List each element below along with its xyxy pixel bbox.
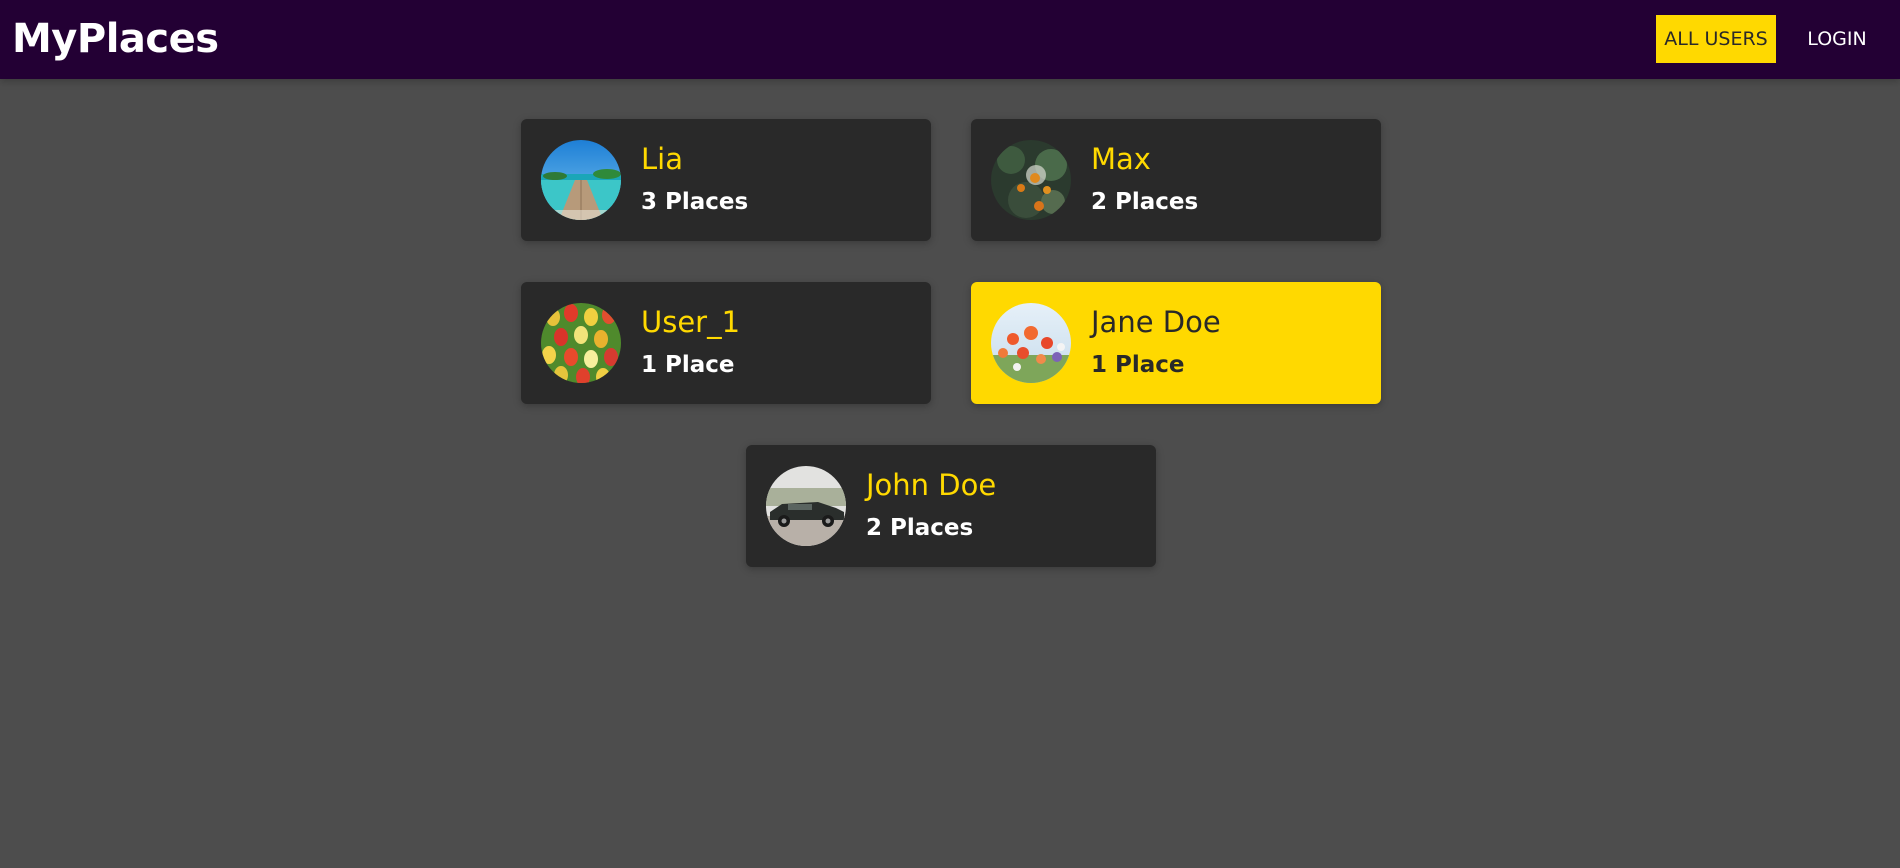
avatar (541, 140, 621, 220)
user-card-jane-doe[interactable]: Jane Doe 1 Place (971, 282, 1381, 404)
tulips-photo-icon (541, 303, 621, 383)
avatar (991, 303, 1071, 383)
user-name: Jane Doe (1091, 305, 1221, 339)
user-place-count: 2 Places (1091, 189, 1199, 215)
user-name: User_1 (641, 305, 741, 339)
user-name: Max (1091, 142, 1151, 176)
avatar (991, 140, 1071, 220)
avatar (541, 303, 621, 383)
user-card-lia[interactable]: Lia 3 Places (521, 119, 931, 241)
user-place-count: 1 Place (1091, 352, 1185, 378)
avatar (766, 466, 846, 546)
user-place-count: 1 Place (641, 352, 735, 378)
vintage-car-photo-icon (766, 466, 846, 546)
user-card-user-1[interactable]: User_1 1 Place (521, 282, 931, 404)
orange-tree-photo-icon (991, 140, 1071, 220)
user-name: John Doe (866, 468, 997, 502)
user-card-max[interactable]: Max 2 Places (971, 119, 1381, 241)
poppy-field-photo-icon (991, 303, 1071, 383)
user-name: Lia (641, 142, 683, 176)
users-list: Lia 3 Places Max 2 Places User_1 1 Place… (0, 0, 1900, 868)
beach-pier-photo-icon (541, 140, 621, 220)
user-place-count: 2 Places (866, 515, 974, 541)
user-place-count: 3 Places (641, 189, 749, 215)
user-card-john-doe[interactable]: John Doe 2 Places (746, 445, 1156, 567)
